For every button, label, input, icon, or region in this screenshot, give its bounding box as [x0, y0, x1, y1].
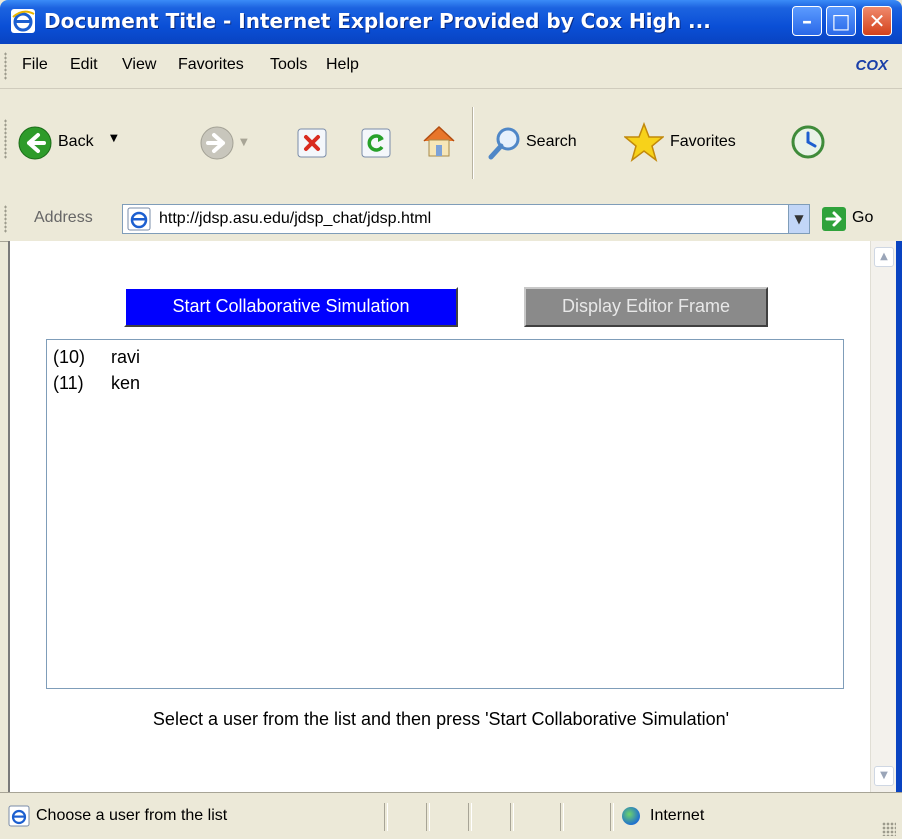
status-bar: Choose a user from the list Internet: [0, 792, 902, 839]
address-url: http://jdsp.asu.edu/jdsp_chat/jdsp.html: [159, 210, 432, 227]
status-divider: [560, 803, 564, 831]
addressbar-grip[interactable]: [4, 205, 7, 233]
minimize-icon: –: [802, 9, 812, 33]
close-icon: ✕: [868, 9, 886, 33]
status-divider: [468, 803, 472, 831]
address-input[interactable]: http://jdsp.asu.edu/jdsp_chat/jdsp.html: [122, 204, 790, 234]
resize-grip[interactable]: [882, 822, 896, 836]
history-icon[interactable]: [790, 124, 826, 160]
menu-help[interactable]: Help: [326, 56, 359, 74]
user-id: (10): [53, 347, 86, 367]
star-icon: [624, 122, 664, 162]
home-icon[interactable]: [420, 123, 458, 159]
cox-logo: COX: [855, 57, 888, 74]
menubar-grip[interactable]: [4, 52, 7, 80]
list-item[interactable]: (10) ravi: [47, 344, 843, 370]
globe-icon: [622, 807, 640, 825]
page-icon: [127, 207, 151, 231]
chevron-down-icon: ▼: [794, 212, 804, 226]
close-button[interactable]: ✕: [862, 6, 892, 36]
back-dropdown-icon[interactable]: ▼: [110, 133, 118, 144]
window-frame-right: [896, 241, 902, 792]
menu-file[interactable]: File: [22, 56, 48, 74]
standard-toolbar: Back ▼ ▼ Search Favorites: [0, 89, 902, 198]
menu-bar: File Edit View Favorites Tools Help COX: [0, 44, 902, 89]
forward-dropdown-icon[interactable]: ▼: [240, 137, 248, 148]
search-icon: [488, 127, 520, 160]
back-arrow-icon: [18, 126, 52, 160]
zone-text: Internet: [650, 807, 705, 824]
status-divider: [510, 803, 514, 831]
minimize-button[interactable]: –: [792, 6, 822, 36]
favorites-button[interactable]: Favorites: [624, 121, 774, 165]
user-id: (11): [53, 373, 84, 393]
status-divider: [384, 803, 388, 831]
ie-logo-icon: [11, 9, 35, 33]
go-button[interactable]: Go: [852, 209, 873, 227]
menu-edit[interactable]: Edit: [70, 56, 98, 74]
scroll-up-icon[interactable]: ▲: [874, 247, 894, 267]
user-name: ken: [111, 373, 141, 393]
status-divider: [426, 803, 430, 831]
scroll-down-icon[interactable]: ▼: [874, 766, 894, 786]
toolbar-grip[interactable]: [4, 119, 7, 159]
user-name: ravi: [111, 347, 141, 367]
status-text: Choose a user from the list: [36, 807, 228, 824]
display-editor-frame-button[interactable]: Display Editor Frame: [524, 287, 768, 327]
search-label: Search: [526, 133, 577, 150]
list-item[interactable]: (11) ken: [47, 370, 843, 396]
back-label: Back: [58, 133, 94, 150]
page-content: Start Collaborative Simulation Display E…: [8, 241, 872, 792]
back-button[interactable]: Back ▼: [16, 123, 182, 163]
page-status-icon: [8, 805, 30, 827]
toolbar-separator: [472, 107, 474, 179]
menu-favorites[interactable]: Favorites: [178, 56, 244, 74]
instruction-text: Select a user from the list and then pre…: [152, 709, 730, 729]
stop-icon[interactable]: [296, 127, 328, 159]
vertical-scrollbar[interactable]: ▲ ▼: [870, 241, 897, 792]
maximize-button[interactable]: □: [826, 6, 856, 36]
forward-arrow-icon[interactable]: [200, 126, 234, 160]
address-bar: Address http://jdsp.asu.edu/jdsp_chat/jd…: [0, 197, 902, 242]
start-collaborative-simulation-button[interactable]: Start Collaborative Simulation: [124, 287, 458, 327]
user-list[interactable]: (10) ravi (11) ken: [46, 339, 844, 689]
menu-tools[interactable]: Tools: [270, 56, 307, 74]
maximize-icon: □: [831, 9, 851, 33]
favorites-label: Favorites: [670, 133, 736, 150]
status-divider: [610, 803, 614, 831]
search-button[interactable]: Search: [488, 123, 606, 163]
address-dropdown-button[interactable]: ▼: [788, 204, 810, 234]
address-label: Address: [34, 209, 93, 226]
browser-window: Document Title - Internet Explorer Provi…: [0, 0, 902, 839]
menu-view[interactable]: View: [122, 56, 156, 74]
go-arrow-icon[interactable]: [822, 207, 846, 231]
title-bar[interactable]: Document Title - Internet Explorer Provi…: [0, 0, 902, 44]
refresh-icon[interactable]: [360, 127, 392, 159]
window-title: Document Title - Internet Explorer Provi…: [44, 9, 711, 33]
